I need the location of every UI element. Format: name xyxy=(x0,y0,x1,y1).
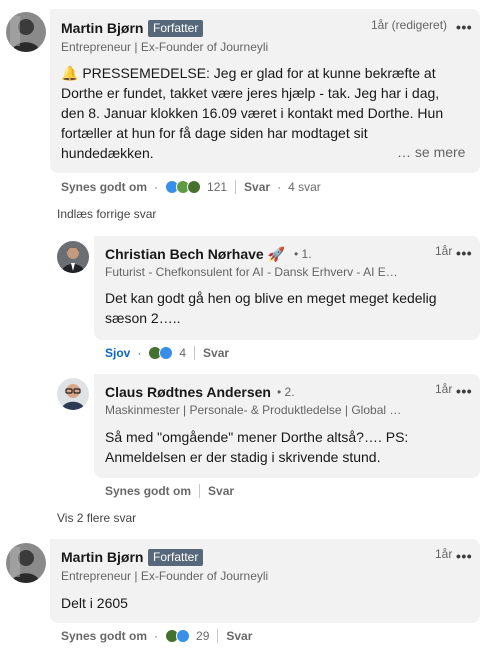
avatar[interactable] xyxy=(57,241,89,273)
author-headline: Entrepreneur | Ex-Founder of Journeyli xyxy=(61,40,269,54)
comment-actions: Synes godt om · 121 Svar · 4 svar xyxy=(61,180,321,194)
more-icon[interactable]: ••• xyxy=(456,549,472,563)
funny-reaction-icon xyxy=(187,180,202,194)
timestamp: 1år xyxy=(435,547,453,561)
like-button[interactable]: Synes godt om xyxy=(61,629,147,643)
like-button[interactable]: Synes godt om xyxy=(105,484,191,498)
reactions-summary[interactable] xyxy=(148,346,174,360)
more-icon[interactable]: ••• xyxy=(456,384,472,398)
author-name[interactable]: Martin Bjørn xyxy=(61,20,143,36)
like-reaction-icon xyxy=(176,629,191,643)
comment-text: Det kan godt gå hen og blive en meget me… xyxy=(105,290,437,326)
load-previous-replies-link[interactable]: Indlæs forrige svar xyxy=(57,207,156,221)
more-icon[interactable]: ••• xyxy=(456,20,472,34)
timestamp: 1år xyxy=(435,244,453,258)
avatar[interactable] xyxy=(6,12,46,52)
connection-degree: • 1. xyxy=(294,247,312,261)
reactions-summary[interactable] xyxy=(165,629,191,643)
author-badge: Forfatter xyxy=(148,549,204,566)
reply-bubble: Claus Rødtnes Andersen • 2. 1år ••• Mask… xyxy=(94,374,480,478)
timestamp: 1år (redigeret) xyxy=(371,18,448,32)
reply-button[interactable]: Svar xyxy=(244,180,270,194)
reply-button[interactable]: Svar xyxy=(226,629,252,643)
more-icon[interactable]: ••• xyxy=(456,246,472,260)
comment-text: Delt i 2605 xyxy=(61,595,128,611)
reply-actions: Synes godt om Svar xyxy=(105,483,234,499)
show-more-replies-link[interactable]: Vis 2 flere svar xyxy=(57,511,136,525)
timestamp: 1år xyxy=(435,382,453,396)
reaction-count[interactable]: 4 xyxy=(179,346,186,360)
comment-actions: Synes godt om · 29 Svar xyxy=(61,629,253,643)
reaction-count[interactable]: 121 xyxy=(207,180,227,194)
reaction-count[interactable]: 29 xyxy=(196,629,209,643)
reply-count: 4 svar xyxy=(288,180,321,194)
comment-bubble: Martin Bjørn Forfatter 1år (redigeret) •… xyxy=(50,9,480,173)
author-name[interactable]: Christian Bech Nørhave 🚀 xyxy=(105,246,285,263)
reply-button[interactable]: Svar xyxy=(203,346,229,360)
reply-bubble: Christian Bech Nørhave 🚀 • 1. 1år ••• Fu… xyxy=(94,236,480,340)
reply-actions: Sjov · 4 Svar xyxy=(105,346,230,360)
see-more-link[interactable]: … se mere xyxy=(397,144,465,160)
like-reaction-icon xyxy=(159,346,174,360)
reactions-summary[interactable] xyxy=(165,180,202,194)
avatar[interactable] xyxy=(57,378,89,410)
reply-button[interactable]: Svar xyxy=(208,484,234,498)
author-headline: Maskinmester | Personale- & Produktledel… xyxy=(105,403,402,417)
avatar[interactable] xyxy=(6,543,46,583)
author-headline: Entrepreneur | Ex-Founder of Journeyli xyxy=(61,569,269,583)
comment-bubble: Martin Bjørn Forfatter 1år ••• Entrepren… xyxy=(50,539,480,623)
comment-text: Så med "omgående" mener Dorthe altså?…. … xyxy=(105,429,409,465)
connection-degree: • 2. xyxy=(277,385,295,399)
author-headline: Futurist - Chefkonsulent for AI - Dansk … xyxy=(105,265,398,279)
author-name[interactable]: Martin Bjørn xyxy=(61,549,143,565)
author-name[interactable]: Claus Rødtnes Andersen xyxy=(105,384,271,400)
like-button[interactable]: Synes godt om xyxy=(61,180,147,194)
funny-reaction-button[interactable]: Sjov xyxy=(105,346,130,360)
author-badge: Forfatter xyxy=(148,20,204,37)
